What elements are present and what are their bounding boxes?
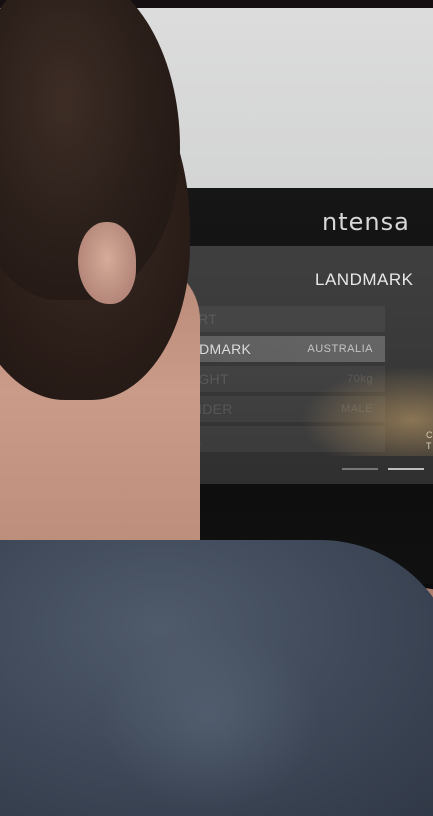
photo-scene: ntensa LANDMARK START LANDMARK AUSTRALIA…: [0, 0, 433, 816]
menu-item-label: AGE: [171, 431, 373, 447]
menu-item-value: MALE: [341, 403, 373, 415]
shirt: [0, 540, 433, 816]
ear: [78, 222, 136, 304]
page-indicator-active[interactable]: [388, 468, 424, 470]
menu-item-label: START: [171, 311, 373, 327]
page-indicator[interactable]: [342, 468, 378, 470]
side-text: C T: [426, 430, 433, 451]
menu-item-value: AUSTRALIA: [307, 343, 373, 355]
screen-title: LANDMARK: [315, 270, 414, 289]
brand-logo: ntensa: [322, 208, 410, 236]
menu-item-value: 70kg: [347, 373, 373, 385]
